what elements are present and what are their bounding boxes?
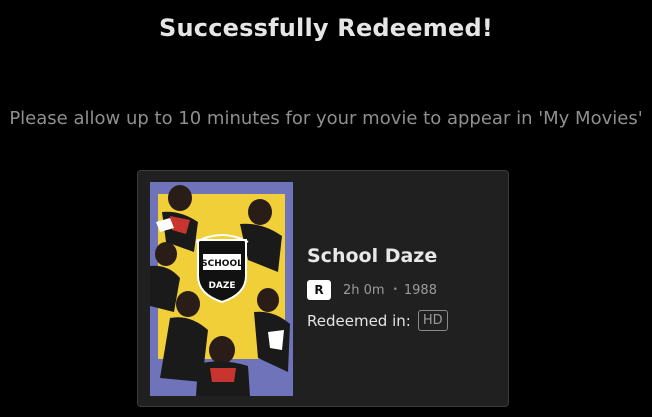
redeemed-format-row: Redeemed in: HD (307, 310, 448, 331)
movie-title[interactable]: School Daze (307, 245, 448, 267)
svg-text:SCHOOL: SCHOOL (201, 259, 243, 269)
poster-image: SCHOOL DAZE (150, 182, 293, 396)
redeem-notice: Please allow up to 10 minutes for your m… (9, 108, 643, 129)
movie-poster[interactable]: SCHOOL DAZE (150, 182, 293, 396)
meta-separator: • (392, 285, 398, 295)
svg-text:DAZE: DAZE (208, 281, 235, 291)
movie-year: 1988 (403, 282, 437, 298)
movie-meta: R 2h 0m • 1988 (307, 280, 448, 300)
format-badge: HD (417, 310, 448, 331)
movie-duration: 2h 0m (343, 282, 385, 298)
movie-card[interactable]: SCHOOL DAZE School Daze R 2h 0m • 1988 R… (137, 170, 509, 407)
page-title: Successfully Redeemed! (159, 14, 493, 42)
redeemed-label: Redeemed in: (307, 311, 411, 330)
movie-info: School Daze R 2h 0m • 1988 Redeemed in: … (307, 245, 448, 331)
rating-badge: R (307, 280, 331, 300)
redeem-success-page: Successfully Redeemed! Please allow up t… (0, 0, 652, 417)
